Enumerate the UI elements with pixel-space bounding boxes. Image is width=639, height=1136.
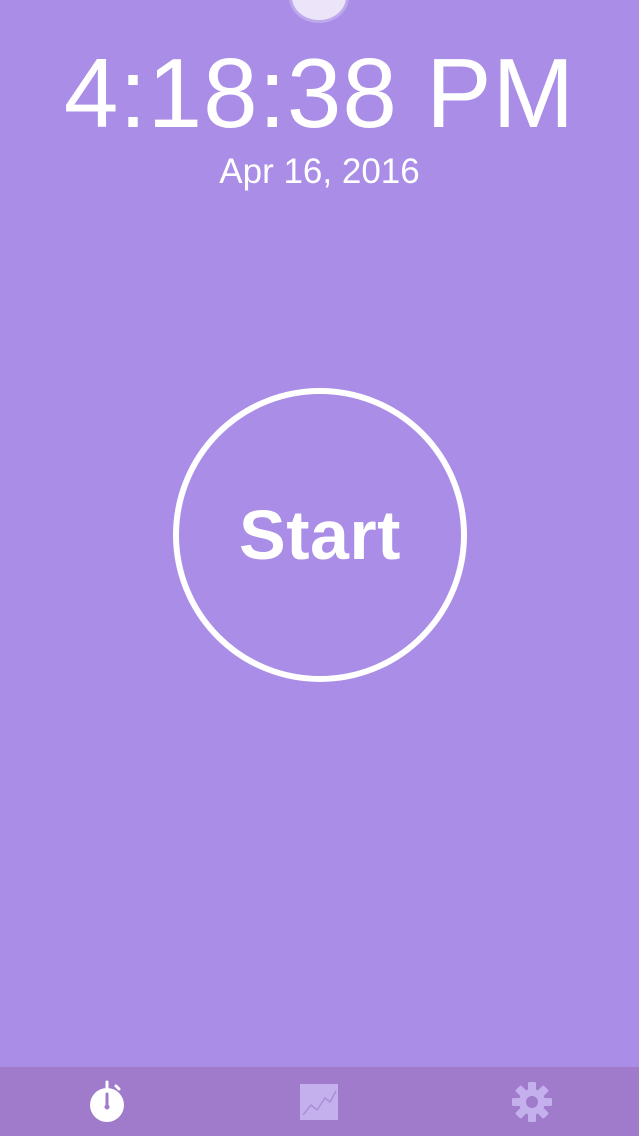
tab-settings[interactable]: [492, 1067, 572, 1136]
start-button-label: Start: [239, 496, 401, 574]
current-time: 4:18:38 PM: [63, 38, 576, 148]
gear-icon: [511, 1081, 553, 1123]
chart-icon: [299, 1083, 339, 1121]
current-date: Apr 16, 2016: [219, 152, 420, 191]
tab-timer[interactable]: [67, 1067, 147, 1136]
start-button[interactable]: Start: [173, 388, 467, 682]
tab-stats[interactable]: [279, 1067, 359, 1136]
pull-down-handle[interactable]: [292, 0, 346, 20]
tab-bar: [0, 1067, 639, 1136]
stopwatch-icon: [87, 1080, 127, 1124]
